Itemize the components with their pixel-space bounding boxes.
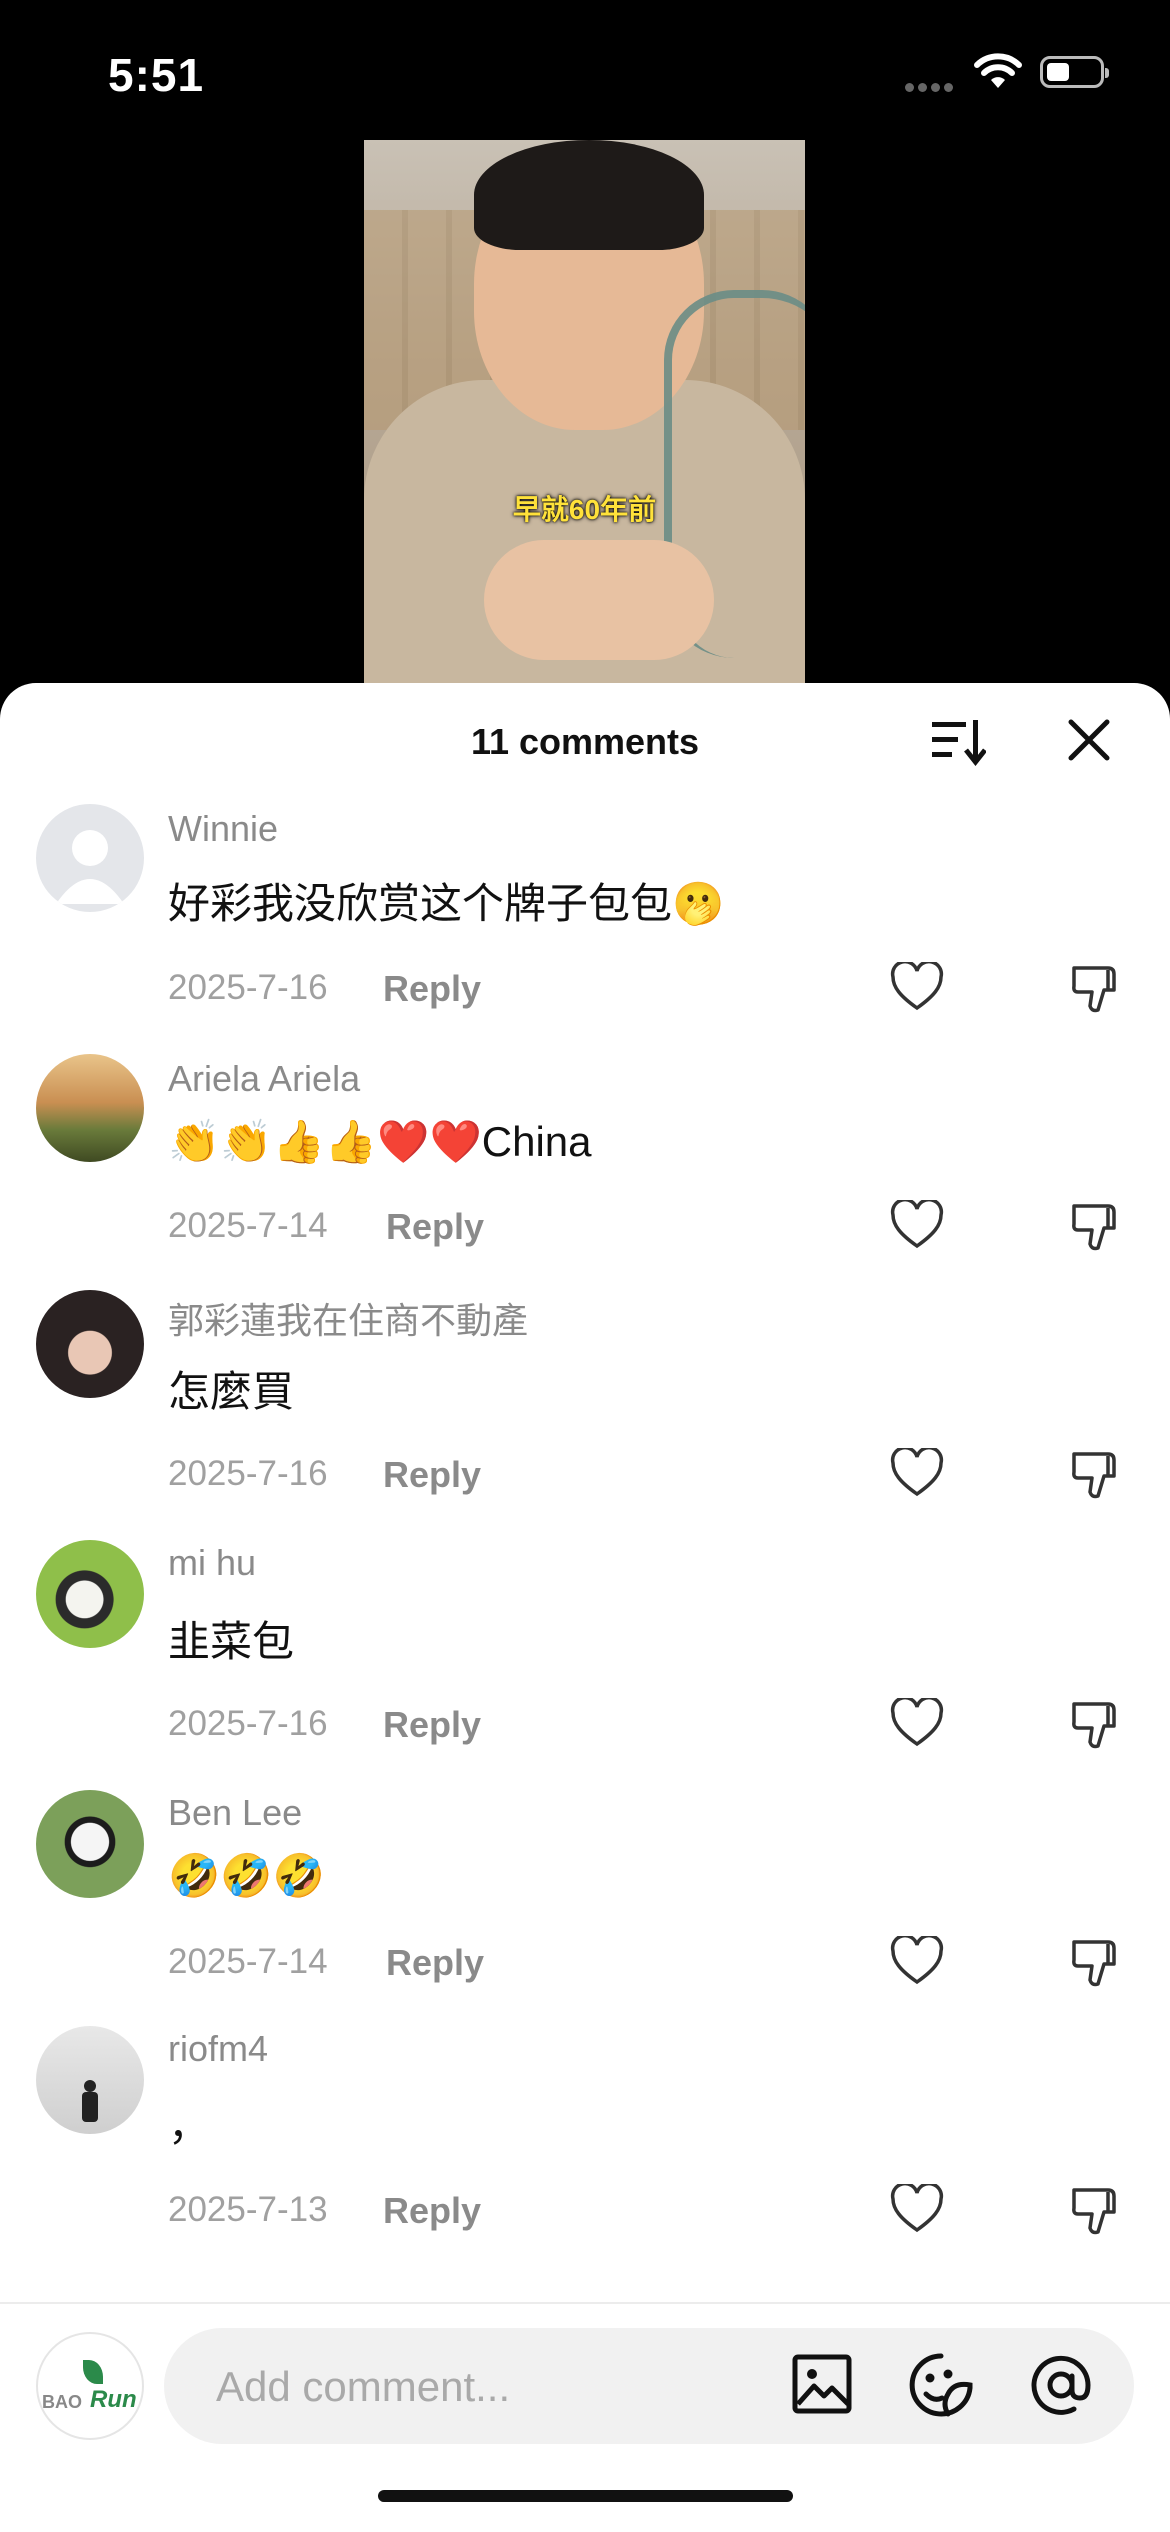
thumbs-down-icon[interactable] [1070, 1200, 1122, 1254]
reply-button[interactable]: Reply [383, 2190, 481, 2232]
comment-item: Ben Lee 🤣🤣🤣 2025-7-14 Reply [0, 1776, 1170, 2016]
comment-date: 2025-7-14 [168, 1206, 328, 1245]
comment-text: 韭菜包 [168, 1618, 295, 1665]
comment-item: mi hu 韭菜包 2025-7-16 Reply [0, 1526, 1170, 1766]
comment-username[interactable]: Ben Lee [168, 1792, 302, 1834]
comment-text: 👏👏👍👍❤️❤️China [168, 1118, 592, 1165]
comment-count: 11 comments [470, 721, 700, 762]
comment-date: 2025-7-16 [168, 968, 328, 1007]
thumbs-down-icon[interactable] [1070, 962, 1122, 1016]
sort-icon[interactable] [930, 716, 986, 766]
comments-header: 11 comments [0, 683, 1170, 793]
tulip-field-avatar[interactable] [36, 1054, 144, 1162]
at-mention-icon[interactable] [1028, 2352, 1094, 2418]
reply-button[interactable]: Reply [386, 1942, 484, 1984]
close-icon[interactable] [1067, 718, 1111, 762]
comment-item: riofm4 ， 2025-7-13 Reply [0, 2012, 1170, 2252]
heart-icon[interactable] [890, 962, 944, 1012]
status-time: 5:51 [108, 49, 205, 101]
comment-text: ， [168, 2102, 211, 2149]
panda-avatar[interactable] [36, 1790, 144, 1898]
cat-avatar[interactable] [36, 1540, 144, 1648]
comment-input[interactable] [214, 2356, 778, 2418]
heart-icon[interactable] [890, 1200, 944, 1250]
comment-username[interactable]: riofm4 [168, 2028, 268, 2070]
person-hand [484, 540, 714, 660]
thumbs-down-icon[interactable] [1070, 1698, 1122, 1752]
comment-username[interactable]: mi hu [168, 1542, 256, 1584]
person-hair [474, 140, 704, 250]
logo-text-left: BAO [42, 2392, 82, 2412]
thumbs-down-icon[interactable] [1070, 2184, 1122, 2238]
comment-text: 🤣🤣🤣 [168, 1852, 325, 1899]
home-indicator [378, 2490, 793, 2502]
comment-date: 2025-7-14 [168, 1942, 328, 1981]
thumbs-down-icon[interactable] [1070, 1448, 1122, 1502]
logo-text-right: Run [90, 2386, 137, 2413]
cellular-signal-icon [905, 79, 959, 92]
comment-item: 郭彩蓮我在住商不動產 怎麼買 2025-7-16 Reply [0, 1276, 1170, 1516]
silhouette-avatar[interactable] [36, 2026, 144, 2134]
wifi-icon [974, 53, 1022, 88]
reply-button[interactable]: Reply [383, 1454, 481, 1496]
heart-icon[interactable] [890, 2184, 944, 2234]
default-avatar[interactable] [36, 804, 144, 912]
comment-input-container[interactable] [164, 2328, 1134, 2444]
video-preview[interactable]: 早就60年前 [364, 140, 805, 700]
reply-button[interactable]: Reply [383, 968, 481, 1010]
comment-text: 好彩我没欣赏这个牌子包包🫢 [168, 880, 725, 927]
comment-item: Ariela Ariela 👏👏👍👍❤️❤️China 2025-7-14 Re… [0, 1040, 1170, 1280]
reply-button[interactable]: Reply [383, 1704, 481, 1746]
comment-date: 2025-7-16 [168, 1704, 328, 1743]
woman-portrait-avatar[interactable] [36, 1290, 144, 1398]
comment-username[interactable]: 郭彩蓮我在住商不動產 [168, 1292, 528, 1344]
reply-button[interactable]: Reply [386, 1206, 484, 1248]
leaf-logo-icon [83, 2360, 103, 2384]
image-icon[interactable] [792, 2354, 852, 2414]
comment-date: 2025-7-13 [168, 2190, 328, 2229]
sticker-icon[interactable] [908, 2352, 974, 2418]
heart-icon[interactable] [890, 1448, 944, 1498]
heart-icon[interactable] [890, 1936, 944, 1986]
comment-username[interactable]: Winnie [168, 808, 278, 850]
status-bar: 5:51 [0, 0, 1170, 140]
comment-text: 怎麼買 [168, 1368, 295, 1415]
heart-icon[interactable] [890, 1698, 944, 1748]
comment-username[interactable]: Ariela Ariela [168, 1058, 360, 1100]
thumbs-down-icon[interactable] [1070, 1936, 1122, 1990]
comment-item: Winnie 好彩我没欣赏这个牌子包包🫢 2025-7-16 Reply [0, 790, 1170, 1030]
comment-date: 2025-7-16 [168, 1454, 328, 1493]
battery-icon [1040, 56, 1109, 88]
video-caption: 早就60年前 [512, 494, 657, 525]
user-avatar[interactable]: BAO Run [36, 2332, 144, 2440]
